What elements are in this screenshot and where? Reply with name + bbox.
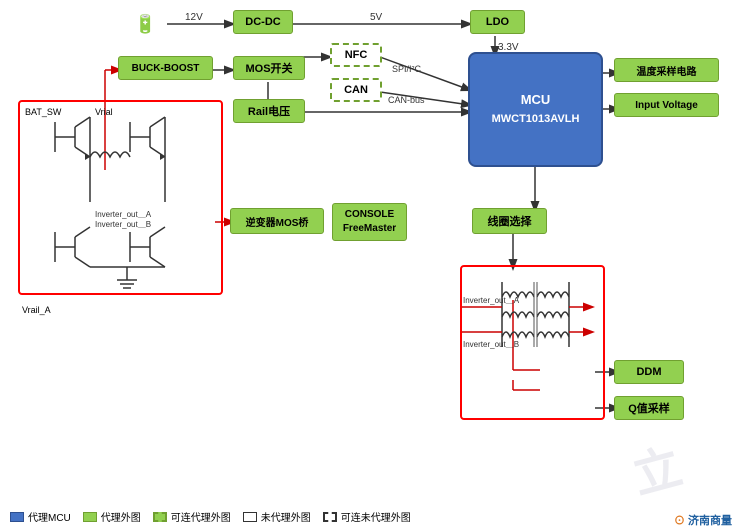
block-buckboost: BUCK-BOOST xyxy=(118,56,213,80)
block-console: CONSOLE FreeMaster xyxy=(332,203,407,241)
region-left-circuit: BAT_SW Vrial xyxy=(18,100,223,295)
region-right-circuit: Inverter_out＿A Inverter_out＿B xyxy=(460,265,605,420)
watermark: 立 xyxy=(624,427,688,507)
legend-label-nonproxy: 未代理外图 xyxy=(261,509,311,524)
legend-label-mcu: 代理MCU xyxy=(28,509,71,524)
block-rail: Rail电压 xyxy=(233,99,305,123)
label-12v: 12V xyxy=(185,12,203,23)
mcu-label-top: MCU xyxy=(492,90,580,111)
legend-label-proxy: 代理外图 xyxy=(101,509,141,524)
block-nfc: NFC xyxy=(330,43,382,67)
block-mos: MOS开关 xyxy=(233,56,305,80)
block-inverter-mos: 逆变器MOS桥 xyxy=(230,208,324,234)
diagram-container: 12V 5V 3.3V SPI/I²C CAN-bus xyxy=(0,0,740,532)
legend-item-nonproxy: 未代理外图 xyxy=(243,509,311,524)
block-dcdc: DC-DC xyxy=(233,10,293,34)
label-spi: SPI/I²C xyxy=(392,64,422,74)
legend-label-conn-nonproxy: 可连未代理外图 xyxy=(341,509,411,524)
legend-color-conn-proxy xyxy=(153,512,167,522)
legend-label-conn-proxy: 可连代理外图 xyxy=(171,509,231,524)
legend-item-proxy: 代理外图 xyxy=(83,509,141,524)
legend-color-proxy xyxy=(83,512,97,522)
block-can: CAN xyxy=(330,78,382,102)
console-label1: CONSOLE xyxy=(343,208,396,222)
legend: 代理MCU 代理外图 可连代理外图 未代理外图 可连未代理外图 xyxy=(10,509,411,524)
logo-text: 济南商量 xyxy=(688,515,732,527)
console-label2: FreeMaster xyxy=(343,222,396,236)
mcu-label-bottom: MWCT1013AVLH xyxy=(492,111,580,129)
legend-color-mcu xyxy=(10,512,24,522)
svg-text:Inverter_out＿A: Inverter_out＿A xyxy=(463,296,520,305)
label-5v: 5V xyxy=(370,12,383,23)
label-vrail-a: Vrail_A xyxy=(22,305,51,315)
battery-symbol: 🔋 xyxy=(128,12,163,36)
label-canbus: CAN-bus xyxy=(388,95,425,105)
svg-text:Inverter_out＿B: Inverter_out＿B xyxy=(463,340,519,349)
legend-color-conn-nonproxy xyxy=(323,512,337,522)
legend-color-nonproxy xyxy=(243,512,257,522)
right-circuit-svg: Inverter_out＿A Inverter_out＿B xyxy=(462,267,607,422)
block-ddm: DDM xyxy=(614,360,684,384)
svg-text:Inverter_out＿A: Inverter_out＿A xyxy=(95,210,152,219)
legend-item-conn-nonproxy: 可连未代理外图 xyxy=(323,509,411,524)
block-ldo: LDO xyxy=(470,10,525,34)
logo-icon: ⊙ xyxy=(674,515,685,527)
company-logo: ⊙ 济南商量 xyxy=(674,512,732,528)
block-inputv: Input Voltage xyxy=(614,93,719,117)
block-coil-sel: 线圈选择 xyxy=(472,208,547,234)
block-q-sample: Q值采样 xyxy=(614,396,684,420)
legend-item-conn-proxy: 可连代理外图 xyxy=(153,509,231,524)
legend-item-mcu: 代理MCU xyxy=(10,509,71,524)
block-temp: 温度采样电路 xyxy=(614,58,719,82)
svg-text:Inverter_out＿B: Inverter_out＿B xyxy=(95,220,151,229)
left-circuit-svg: Inverter_out＿A Inverter_out＿B xyxy=(20,102,225,297)
block-mcu: MCU MWCT1013AVLH xyxy=(468,52,603,167)
